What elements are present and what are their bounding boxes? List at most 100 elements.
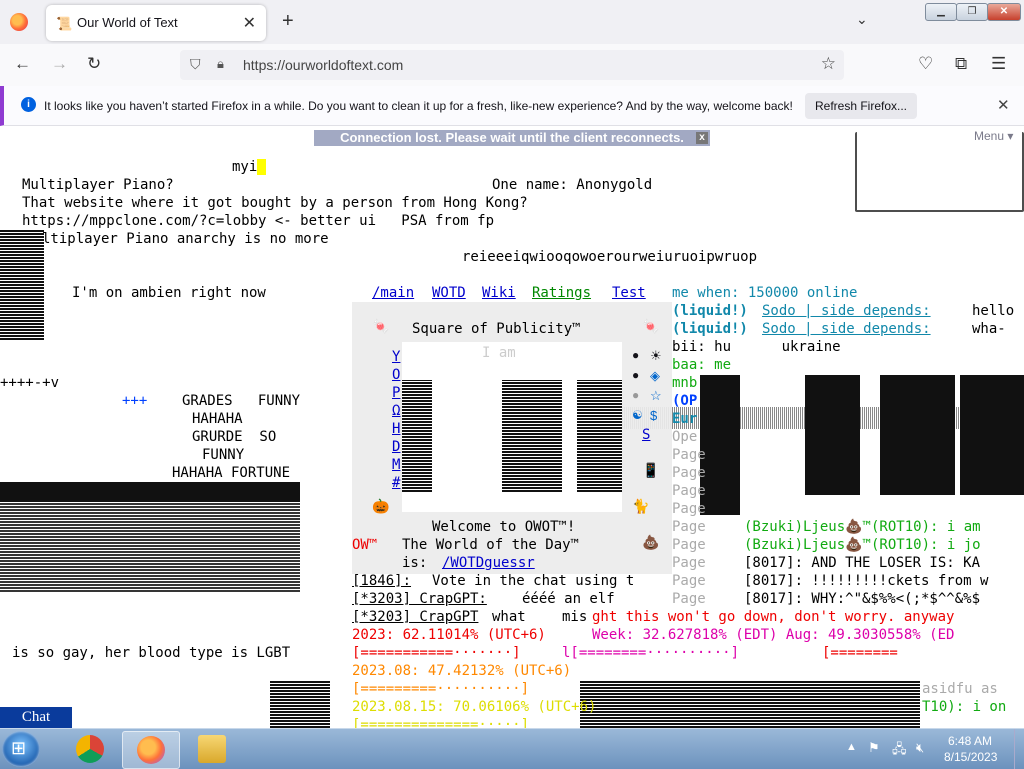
chat-nick-link[interactable]: [*3203] CrapGPT [352,608,478,626]
chat-page: Page [672,501,706,517]
show-desktop-button[interactable] [1014,729,1024,769]
ascii-art-w [960,375,1024,495]
taskbar-explorer[interactable] [184,731,240,767]
connection-lost-banner: Connection lost. Please wait until the c… [314,130,710,146]
show-hidden-icons[interactable]: ▲ [846,741,857,753]
chat-line: hello [972,303,1015,319]
extensions-icon[interactable]: ⧉ [955,54,967,74]
chat-page: Page [672,555,706,571]
panel-letter[interactable]: Ω [392,402,400,420]
owot-canvas[interactable]: Connection lost. Please wait until the c… [0,127,1024,728]
text-line: reieeeiqwiooqowoerourweiuruoipwruop [462,249,758,265]
panel-letter[interactable]: H [392,420,400,438]
chat-link[interactable]: Sodo | side depends: [762,320,931,338]
progress-bar-day: [==============·····] [352,717,530,728]
banner-close-button[interactable]: x [696,132,708,144]
chat-nick-link[interactable]: [1846]: [352,572,411,590]
text-line: GRURDE SO [192,429,277,445]
text-line: Multiplayer Piano? [22,177,174,193]
cursor-marker [257,159,266,175]
cat-icon: 🐈 [632,498,650,514]
taskbar-chrome[interactable] [62,731,118,767]
chat-line: T10): i on [922,699,1007,715]
phone-icon: 📱 [642,462,660,478]
close-notification-icon[interactable]: ✕ [997,96,1010,114]
network-icon[interactable]: 🖧 [892,740,907,762]
clock-date[interactable]: 8/15/2023 [944,750,997,764]
bookmark-star-icon[interactable]: ☆ [821,54,836,74]
panel-letter[interactable]: # [392,474,400,492]
firefox-icon [137,736,165,764]
tab-our-world-of-text[interactable]: 📜 Our World of Text ✕ [46,5,266,41]
text-line: GRADES FUNNY [182,393,301,409]
text-line: ++++-+v [0,375,60,391]
wotd-link[interactable]: /WOTDguessr [442,554,535,572]
folder-icon [198,735,226,763]
info-icon: i [21,97,36,112]
refresh-firefox-button[interactable]: Refresh Firefox... [805,93,917,119]
close-tab-icon[interactable]: ✕ [243,13,256,33]
flag-icon[interactable]: ⚑ [868,740,880,756]
chat-page: Page [672,537,706,553]
panel-letter[interactable]: S [642,426,650,444]
chat-nick: (liquid!) [672,303,748,319]
chat-button[interactable]: Chat [0,707,72,728]
minimize-button[interactable]: ▁ [925,3,957,21]
url-text[interactable]: https://ourworldoftext.com [243,57,403,73]
navigation-toolbar: ← → ↻ ⛉ 🔒︎ https://ourworldoftext.com ☆ … [0,44,1024,87]
clock-time[interactable]: 6:48 AM [948,734,992,748]
new-tab-icon[interactable]: + [282,10,294,33]
forward-arrow-icon[interactable]: → [51,54,68,74]
text-myi-value: myi [232,159,258,175]
menu-button[interactable]: Menu ▾ [974,129,1013,143]
link-test[interactable]: Test [612,284,646,302]
address-bar[interactable]: ⛉ 🔒︎ https://ourworldoftext.com ☆ [180,50,844,80]
panel-letter[interactable]: Y [392,348,400,366]
panel-letter[interactable]: O [392,366,400,384]
chat-line: asidfu as [922,681,998,697]
chat-page: Page [672,519,706,535]
link-main[interactable]: /main [372,284,414,302]
text-line: I'm on ambien right now [72,285,266,301]
restore-button[interactable]: ❐ [956,3,988,21]
link-ratings[interactable]: Ratings [532,284,591,302]
chat-link[interactable]: Sodo | side depends: [762,302,931,320]
back-arrow-icon[interactable]: ← [14,54,31,74]
firefox-view-icon[interactable] [10,13,28,31]
ascii-art-bottom-left [270,680,330,728]
shield-icon[interactable]: ⛉ [190,56,201,73]
hamburger-menu-icon[interactable]: ☰ [991,54,1006,74]
chat-page: Page [672,573,706,589]
windows-taskbar: ⊞ ▲ ⚑ 🖧 🔇︎ 6:48 AM 8/15/2023 [0,728,1024,769]
big-text: I am [482,345,516,361]
windows-logo-icon: ⊞ [11,738,27,758]
chat-line: (Bzuki)Ljeus💩™(ROT10): i jo [744,537,981,553]
panel-letter[interactable]: P [392,384,400,402]
link-wotd[interactable]: WOTD [432,284,466,302]
chat-line: Eur [672,411,698,427]
taskbar-firefox[interactable] [122,731,180,769]
close-window-button[interactable]: ✕ [987,3,1021,21]
link-wiki[interactable]: Wiki [482,284,516,302]
chevron-down-icon[interactable]: ⌄ [856,11,868,28]
progress-bar-year: [===========·······] [352,645,521,661]
pocket-icon[interactable]: ♡ [918,54,933,74]
lock-icon[interactable]: 🔒︎ [217,56,224,72]
chat-page: Page [672,591,706,607]
start-button[interactable]: ⊞ [2,731,40,767]
panel-letter[interactable]: M [392,456,400,474]
notification-text: It looks like you haven’t started Firefo… [44,99,793,113]
tab-title: Our World of Text [77,15,178,30]
volume-muted-icon[interactable]: 🔇︎ [916,740,924,756]
panel-letter[interactable]: D [392,438,400,456]
chat-line: [8017]: !!!!!!!!!ckets from w [744,573,989,589]
reload-icon[interactable]: ↻ [87,54,101,74]
dot-icon: ● [632,388,640,402]
welcome-text: Welcome to OWOT™! [432,519,576,535]
chat-line: baa: me [672,357,732,373]
chrome-icon [76,735,104,763]
chat-nick-link[interactable]: [*3203] CrapGPT: [352,590,487,608]
yin-yang-icon: ☯ [632,408,643,422]
ascii-art-m [880,375,955,495]
text-line: HAHAHA FORTUNE [172,465,291,481]
